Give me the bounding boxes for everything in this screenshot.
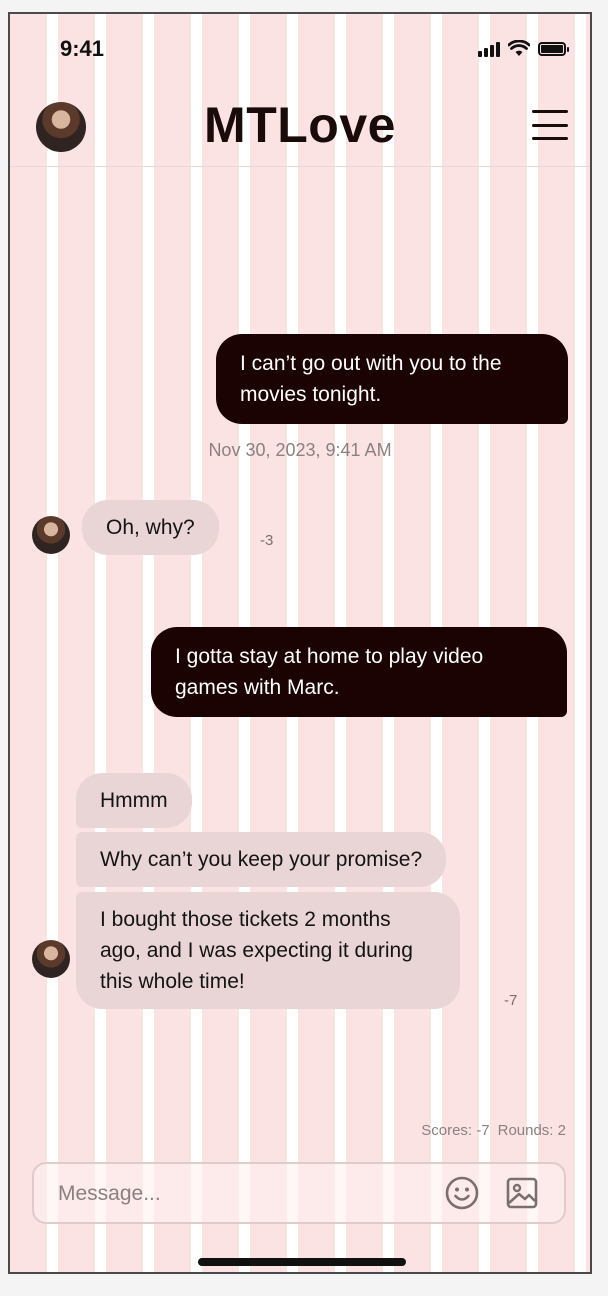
incoming-message-bubble[interactable]: Hmmm: [76, 773, 192, 828]
incoming-message-bubble[interactable]: I bought those tickets 2 months ago, and…: [76, 892, 460, 1009]
wifi-icon: [508, 40, 530, 56]
contact-avatar[interactable]: [32, 940, 70, 978]
score-summary: Scores: -7 Rounds: 2: [421, 1122, 566, 1139]
incoming-message-bubble[interactable]: Oh, why?: [82, 500, 219, 555]
rounds-total: Rounds: 2: [497, 1122, 566, 1139]
battery-icon: [538, 41, 569, 56]
status-icons: [478, 40, 569, 57]
contact-avatar[interactable]: [32, 516, 70, 554]
message-score-badge: -3: [260, 532, 274, 549]
message-input[interactable]: [56, 1164, 420, 1224]
image-icon[interactable]: [504, 1175, 540, 1211]
message-composer: [32, 1162, 566, 1224]
smiley-icon[interactable]: [444, 1175, 480, 1211]
outgoing-message-bubble[interactable]: I can’t go out with you to the movies to…: [216, 334, 568, 424]
outgoing-message-bubble[interactable]: I gotta stay at home to play video games…: [151, 627, 567, 717]
hamburger-menu-icon[interactable]: [532, 110, 568, 140]
app-title: MTLove: [204, 97, 396, 153]
header-divider: [10, 166, 590, 167]
cellular-signal-icon: [478, 41, 500, 57]
incoming-message-bubble[interactable]: Why can’t you keep your promise?: [76, 832, 447, 887]
status-time: 9:41: [60, 36, 105, 61]
phone-frame: 9:41 MTLove I can’t go out with you to t…: [8, 12, 592, 1274]
home-indicator: [198, 1258, 406, 1266]
chat-screen: 9:41 MTLove I can’t go out with you to t…: [10, 14, 590, 1272]
scores-total: Scores: -7: [421, 1122, 490, 1139]
message-score-badge: -7: [504, 992, 518, 1009]
message-timestamp: Nov 30, 2023, 9:41 AM: [208, 440, 392, 460]
